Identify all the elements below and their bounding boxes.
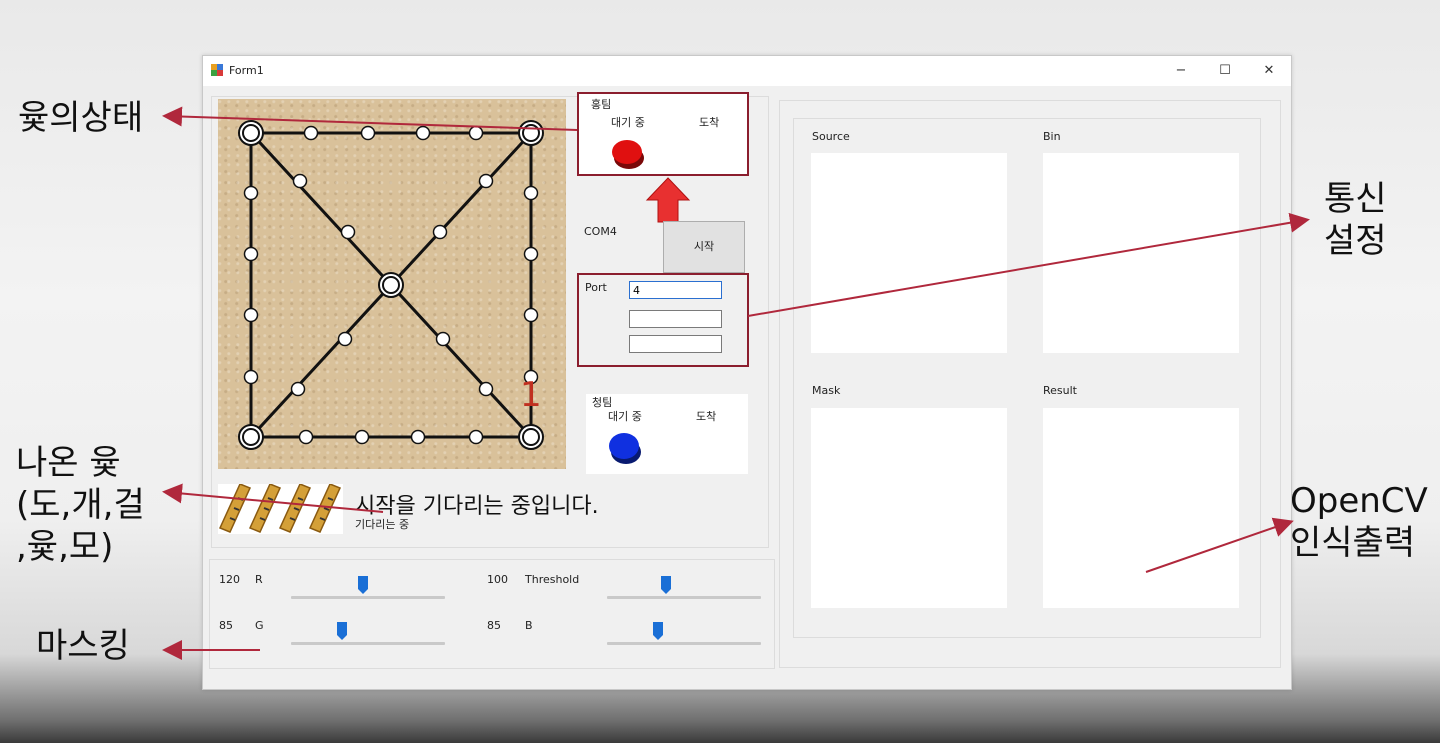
arrow-opencv (1145, 517, 1294, 573)
arrow-comm-setup (747, 212, 1310, 317)
annotation-arrows (162, 106, 1310, 660)
arrow-yut-state (162, 106, 578, 131)
arrow-result-yut (162, 483, 384, 513)
